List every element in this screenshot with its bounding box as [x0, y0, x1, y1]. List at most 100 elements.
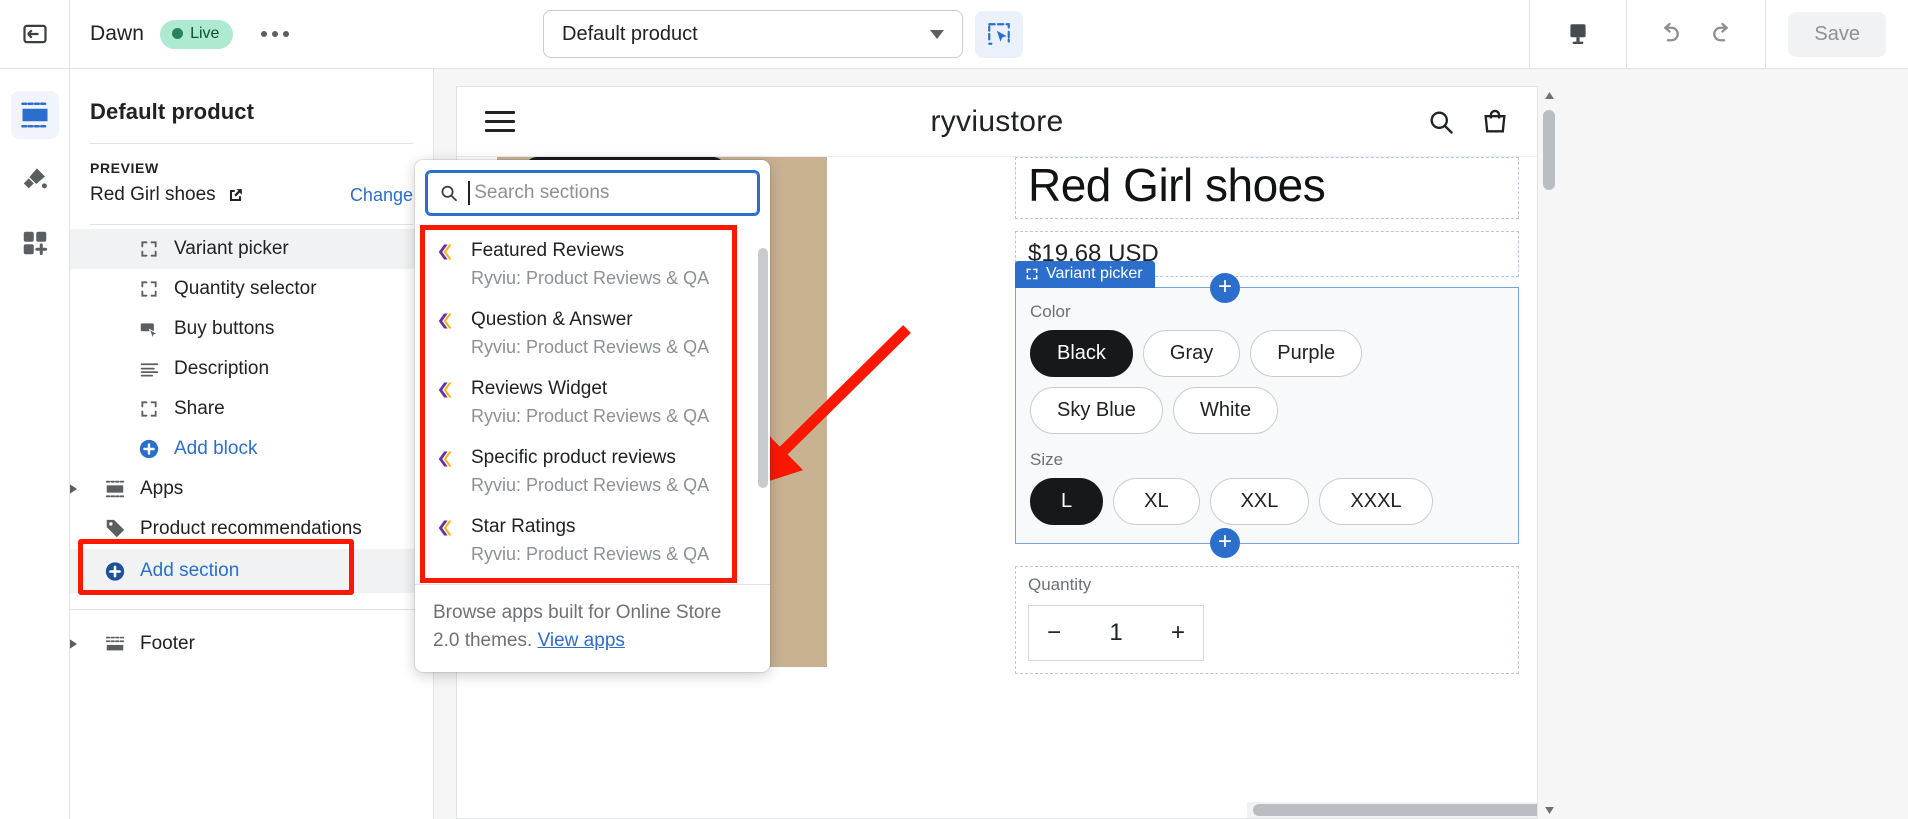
list-item-subtitle: Ryviu: Product Reviews & QA [471, 405, 710, 426]
scrollbar-thumb[interactable] [1253, 804, 1537, 816]
sections-icon [20, 102, 47, 128]
quantity-stepper[interactable]: − 1 + [1028, 605, 1204, 661]
sidebar-item-footer[interactable]: Footer [70, 624, 433, 664]
exit-editor-button[interactable] [0, 0, 70, 68]
desktop-preview-button[interactable] [1556, 12, 1600, 56]
sidebar-block-variant-picker[interactable]: Variant picker [70, 229, 433, 269]
theme-name: Dawn [90, 22, 145, 45]
sidebar-block-buy-buttons[interactable]: Buy buttons [70, 309, 433, 349]
color-swatch-purple[interactable]: Purple [1250, 330, 1363, 377]
popover-search-wrapper [415, 160, 770, 224]
size-swatch-xxl[interactable]: XXL [1209, 478, 1310, 525]
hamburger-menu-icon[interactable] [485, 111, 515, 132]
color-swatch-gray[interactable]: Gray [1142, 330, 1241, 377]
size-swatch-xxxl[interactable]: XXXL [1319, 478, 1433, 525]
product-title[interactable]: Red Girl shoes [1015, 157, 1519, 219]
color-swatch-white[interactable]: White [1172, 387, 1279, 434]
page-selector[interactable]: Default product [543, 10, 963, 58]
list-item[interactable]: Specific product reviews Ryviu: Product … [415, 437, 770, 506]
page-title: Default product [90, 99, 255, 124]
status-badge: Live [160, 19, 234, 49]
add-block-below-button[interactable]: + [1210, 528, 1240, 558]
size-swatch-xl[interactable]: XL [1113, 478, 1200, 525]
chevron-right-icon [70, 638, 77, 650]
size-swatch-l[interactable]: L [1030, 478, 1104, 525]
color-option-label: Color [1030, 302, 1071, 321]
quantity-increase-button[interactable]: + [1171, 619, 1185, 647]
save-button[interactable]: Save [1788, 11, 1886, 57]
expand-arrow[interactable] [70, 638, 84, 650]
list-item-subtitle: Ryviu: Product Reviews & QA [471, 336, 710, 357]
rail-item-apps[interactable] [11, 219, 59, 267]
section-inspector-button[interactable] [975, 10, 1023, 58]
quantity-selector-block[interactable]: Quantity − 1 + [1015, 566, 1519, 674]
size-swatches: L XL XXL XXXL [1030, 478, 1504, 525]
search-field[interactable] [425, 170, 760, 216]
undo-button[interactable] [1647, 12, 1691, 56]
variant-picker-block[interactable]: Variant picker Color Black Gray Purple S… [1015, 261, 1519, 558]
list-item-title: Featured Reviews [471, 240, 625, 261]
list-item[interactable]: Question & Answer Ryviu: Product Reviews… [415, 299, 770, 368]
list-item[interactable]: Featured Reviews Ryviu: Product Reviews … [415, 230, 770, 299]
popover-scrollbar[interactable] [756, 222, 770, 670]
desktop-preview-icon [1570, 24, 1586, 44]
scrollbar-thumb[interactable] [758, 248, 768, 488]
add-section-label: Add section [140, 560, 240, 581]
placeholder-block-icon [138, 238, 160, 260]
sidebar-block-share[interactable]: Share [70, 389, 433, 429]
change-preview-button[interactable]: Change [350, 185, 413, 206]
list-item-title: Question & Answer [471, 308, 633, 330]
preview-product-label: Red Girl shoes [90, 184, 216, 205]
sidebar-block-label: Description [174, 358, 270, 379]
sidebar-item-product-recommendations[interactable]: Product recommendations [70, 509, 433, 549]
sidebar-item-label: Apps [140, 478, 184, 499]
top-bar: Dawn Live Default product Save [0, 0, 1908, 69]
scroll-up-arrow[interactable] [1541, 86, 1557, 104]
placeholder-block-icon [138, 278, 160, 300]
ryviu-logo-icon [435, 239, 457, 290]
rail-item-sections[interactable] [10, 91, 59, 139]
preview-horizontal-scrollbar[interactable] [1247, 802, 1537, 818]
section-block-list: Variant picker Quantity selector Buy but… [70, 225, 433, 664]
plus-circle-icon [104, 560, 126, 582]
more-options-button[interactable] [249, 21, 301, 47]
tag-icon [104, 518, 126, 540]
sidebar: Default product PREVIEW Red Girl shoes C… [70, 69, 434, 819]
paintbrush-icon [23, 168, 47, 189]
more-options-icon [261, 31, 268, 37]
quantity-decrease-button[interactable]: − [1047, 619, 1061, 647]
preview-vertical-scrollbar[interactable] [1541, 86, 1557, 819]
cart-icon[interactable] [1481, 108, 1509, 136]
ryviu-logo-icon [435, 446, 457, 497]
placeholder-block-icon [1026, 268, 1038, 280]
page-selector-group: Default product [543, 10, 1023, 58]
view-apps-link[interactable]: View apps [538, 630, 625, 651]
add-section-button[interactable]: Add section [70, 549, 433, 593]
ryviu-logo-icon [435, 515, 457, 566]
scroll-down-arrow[interactable] [1541, 801, 1557, 819]
search-icon[interactable] [1427, 108, 1455, 136]
list-item[interactable]: Star Ratings Ryviu: Product Reviews & QA [415, 506, 770, 575]
color-swatches: Black Gray Purple Sky Blue White [1030, 330, 1504, 434]
search-input[interactable] [474, 182, 746, 204]
add-block-button[interactable]: Add block [70, 429, 433, 469]
sidebar-block-quantity-selector[interactable]: Quantity selector [70, 269, 433, 309]
sidebar-block-description[interactable]: Description [70, 349, 433, 389]
sidebar-item-apps[interactable]: Apps [70, 469, 433, 509]
dot-2 [272, 31, 279, 37]
color-swatch-black[interactable]: Black [1030, 330, 1133, 377]
search-icon [441, 185, 457, 202]
redo-button[interactable] [1701, 12, 1745, 56]
sidebar-block-label: Buy buttons [174, 318, 275, 339]
apps-section-icon [104, 478, 126, 500]
apps-icon [23, 231, 47, 256]
preview-product-link[interactable]: Red Girl shoes [90, 184, 245, 206]
expand-arrow[interactable] [70, 483, 84, 495]
add-block-above-button[interactable]: + [1210, 273, 1240, 303]
scrollbar-thumb[interactable] [1543, 110, 1555, 190]
color-swatch-sky-blue[interactable]: Sky Blue [1030, 387, 1163, 434]
device-preview-group [1529, 0, 1626, 68]
rail-item-theme-settings[interactable] [11, 155, 59, 203]
list-item[interactable]: Reviews Widget Ryviu: Product Reviews & … [415, 368, 770, 437]
size-option-label: Size [1030, 450, 1064, 469]
